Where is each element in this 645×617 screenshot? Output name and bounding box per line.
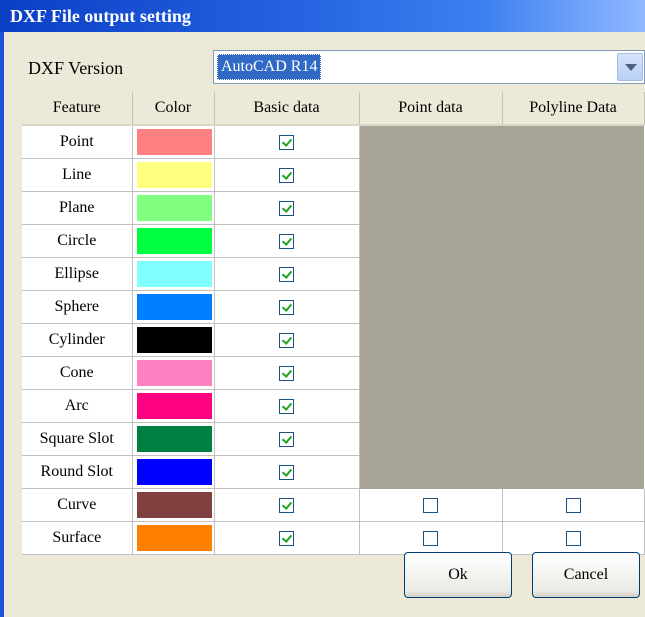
color-cell[interactable] [132, 224, 215, 258]
color-swatch[interactable] [136, 525, 212, 551]
color-swatch[interactable] [136, 327, 212, 353]
polyline-data-cell [502, 488, 645, 522]
basic-data-cell [214, 290, 360, 324]
basic-data-cell [214, 257, 360, 291]
basic-data-cell [214, 422, 360, 456]
basic-data-cell [214, 356, 360, 390]
basic-data-cell [214, 389, 360, 423]
color-cell[interactable] [132, 191, 215, 225]
basic-data-checkbox[interactable] [279, 398, 294, 414]
color-swatch[interactable] [136, 129, 212, 155]
title-bar: DXF File output setting [0, 0, 645, 32]
version-select-value: AutoCAD R14 [217, 54, 322, 80]
dxf-output-dialog: DXF File output setting DXF Version Auto… [0, 0, 645, 617]
color-cell[interactable] [132, 488, 215, 522]
basic-data-checkbox[interactable] [279, 299, 294, 315]
feature-table: Feature Color Basic data Point data Poly… [22, 92, 645, 555]
cancel-button[interactable]: Cancel [532, 552, 640, 598]
color-swatch[interactable] [136, 492, 212, 518]
color-cell[interactable] [132, 389, 215, 423]
color-cell[interactable] [132, 125, 215, 159]
column-header-point-data[interactable]: Point data [359, 92, 503, 126]
polyline-data-checkbox[interactable] [565, 497, 581, 513]
table-row: Surface [22, 521, 645, 555]
color-swatch[interactable] [136, 294, 212, 320]
basic-data-cell [214, 455, 360, 489]
color-cell[interactable] [132, 422, 215, 456]
color-swatch[interactable] [136, 162, 212, 188]
feature-name: Arc [22, 389, 133, 423]
basic-data-checkbox[interactable] [279, 332, 294, 348]
chevron-down-icon [625, 64, 637, 71]
feature-name: Point [22, 125, 133, 159]
feature-name: Line [22, 158, 133, 192]
version-row: DXF Version AutoCAD R14 [10, 50, 645, 86]
basic-data-checkbox[interactable] [279, 200, 294, 216]
feature-name: Sphere [22, 290, 133, 324]
basic-data-cell [214, 521, 360, 555]
basic-data-cell [214, 125, 360, 159]
color-swatch[interactable] [136, 459, 212, 485]
feature-name: Ellipse [22, 257, 133, 291]
column-header-basic-data[interactable]: Basic data [214, 92, 360, 126]
table-row: Point [22, 125, 644, 489]
color-cell[interactable] [132, 158, 215, 192]
basic-data-checkbox[interactable] [279, 530, 294, 546]
point-data-cell [359, 488, 503, 522]
color-swatch[interactable] [136, 195, 212, 221]
color-cell[interactable] [132, 257, 215, 291]
feature-name: Plane [22, 191, 133, 225]
feature-name: Curve [22, 488, 133, 522]
color-swatch[interactable] [136, 393, 212, 419]
column-header-feature[interactable]: Feature [22, 92, 133, 126]
color-cell[interactable] [132, 356, 215, 390]
color-cell[interactable] [132, 290, 215, 324]
basic-data-cell [214, 323, 360, 357]
feature-name: Cylinder [22, 323, 133, 357]
disabled-area [359, 125, 644, 489]
basic-data-cell [214, 191, 360, 225]
point-data-checkbox[interactable] [423, 530, 438, 546]
basic-data-checkbox[interactable] [279, 266, 294, 282]
basic-data-checkbox[interactable] [279, 233, 294, 249]
basic-data-checkbox[interactable] [279, 167, 294, 183]
basic-data-checkbox[interactable] [279, 497, 294, 513]
basic-data-checkbox[interactable] [279, 431, 294, 447]
column-header-color[interactable]: Color [132, 92, 215, 126]
column-header-polyline-data[interactable]: Polyline Data [502, 92, 645, 126]
color-cell[interactable] [132, 455, 215, 489]
color-swatch[interactable] [136, 360, 212, 386]
feature-name: Cone [22, 356, 133, 390]
table-header: Feature Color Basic data Point data Poly… [22, 92, 645, 126]
polyline-data-cell [502, 521, 645, 555]
basic-data-checkbox[interactable] [279, 464, 294, 480]
point-data-checkbox[interactable] [423, 497, 438, 513]
feature-name: Surface [22, 521, 133, 555]
polyline-data-checkbox[interactable] [565, 530, 581, 546]
feature-name: Round Slot [22, 455, 133, 489]
color-cell[interactable] [132, 323, 215, 357]
version-label: DXF Version [28, 58, 124, 78]
color-swatch[interactable] [136, 426, 212, 452]
feature-name: Square Slot [22, 422, 133, 456]
color-swatch[interactable] [136, 261, 212, 287]
dropdown-button[interactable] [617, 53, 643, 81]
table-row: Curve [22, 488, 645, 522]
point-data-cell [359, 521, 503, 555]
basic-data-checkbox[interactable] [279, 365, 294, 381]
basic-data-checkbox[interactable] [279, 134, 294, 150]
basic-data-cell [214, 158, 360, 192]
basic-data-cell [214, 488, 360, 522]
basic-data-cell [214, 224, 360, 258]
ok-button[interactable]: Ok [404, 552, 512, 598]
color-cell[interactable] [132, 521, 215, 555]
version-select[interactable]: AutoCAD R14 [213, 50, 645, 84]
color-swatch[interactable] [136, 228, 212, 254]
feature-name: Circle [22, 224, 133, 258]
